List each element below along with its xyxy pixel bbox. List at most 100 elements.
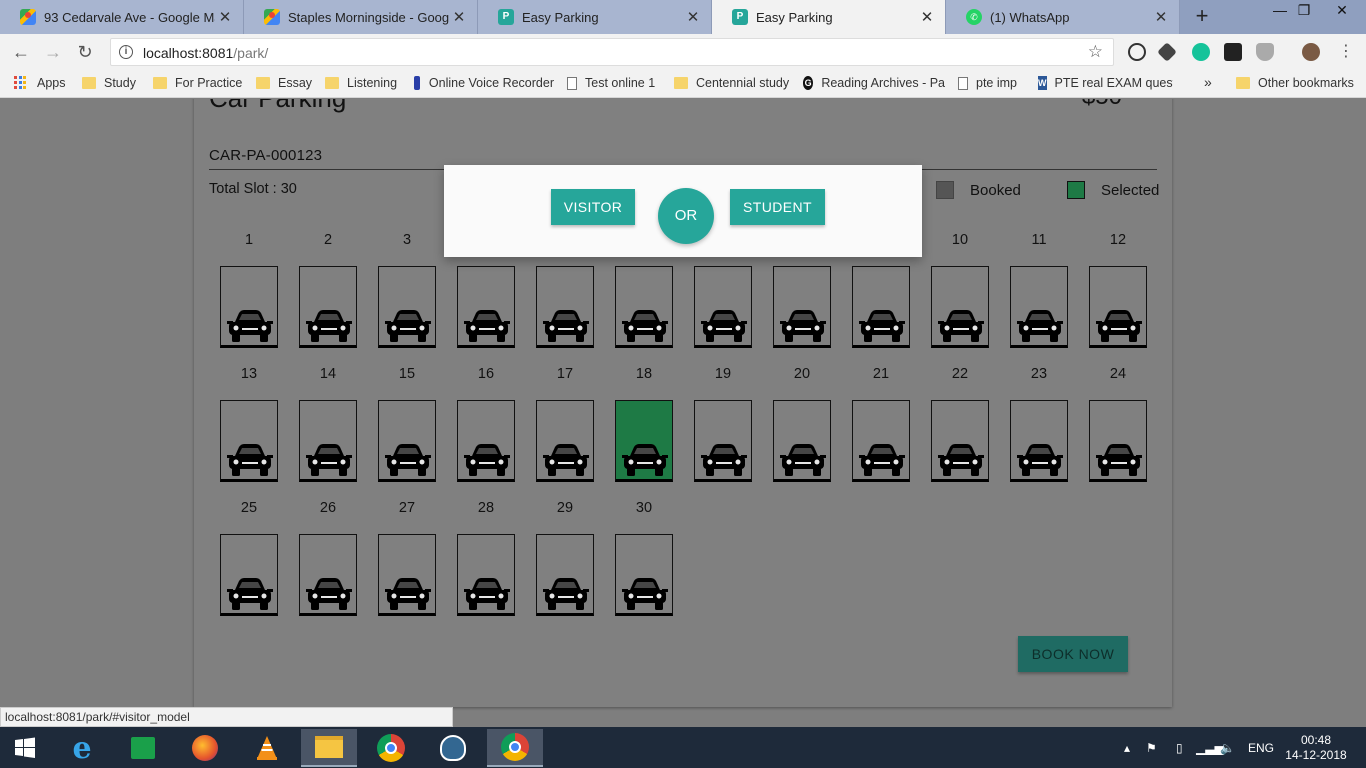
slot-box[interactable]: [931, 266, 989, 348]
parking-slot-28[interactable]: 28: [457, 500, 515, 616]
file-explorer-icon[interactable]: [301, 729, 357, 767]
slot-box[interactable]: [1089, 266, 1147, 348]
parking-slot-18[interactable]: 18: [615, 366, 673, 482]
slot-box[interactable]: [1089, 400, 1147, 482]
tab-easy-parking-1[interactable]: P Easy Parking ✕: [478, 0, 712, 34]
site-info-icon[interactable]: i: [119, 45, 133, 59]
slot-box[interactable]: [773, 266, 831, 348]
bookmark-study[interactable]: Study: [82, 76, 136, 90]
bookmark-centennial-study[interactable]: Centennial study: [674, 76, 789, 90]
parking-slot-13[interactable]: 13: [220, 366, 278, 482]
parking-slot-30[interactable]: 30: [615, 500, 673, 616]
firefox-icon[interactable]: [177, 729, 233, 767]
restore-icon[interactable]: ❐: [1290, 0, 1318, 22]
parking-slot-16[interactable]: 16: [457, 366, 515, 482]
vlc-icon[interactable]: [239, 729, 295, 767]
reload-icon[interactable]: ↻: [73, 40, 97, 64]
slot-box[interactable]: [299, 400, 357, 482]
slot-box[interactable]: [220, 400, 278, 482]
parking-slot-12[interactable]: 12: [1089, 232, 1147, 348]
slot-box[interactable]: [1010, 266, 1068, 348]
parking-slot-21[interactable]: 21: [852, 366, 910, 482]
parking-slot-26[interactable]: 26: [299, 500, 357, 616]
slot-box[interactable]: [615, 534, 673, 616]
bookmark-star-icon[interactable]: ☆: [1088, 42, 1103, 62]
close-tab-icon[interactable]: ✕: [917, 8, 937, 26]
close-tab-icon[interactable]: ✕: [1151, 8, 1171, 26]
new-tab-button[interactable]: +: [1190, 4, 1214, 28]
back-arrow-icon[interactable]: ←: [9, 40, 33, 64]
postgres-elephant-icon[interactable]: [425, 729, 481, 767]
bookmark-pte-real-exam[interactable]: W PTE real EXAM questi: [1038, 76, 1173, 90]
close-tab-icon[interactable]: ✕: [215, 8, 235, 26]
url-text[interactable]: localhost:8081/park/: [143, 45, 268, 61]
slot-box[interactable]: [615, 266, 673, 348]
slot-box[interactable]: [852, 400, 910, 482]
parking-slot-3[interactable]: 3: [378, 232, 436, 348]
slot-box[interactable]: [615, 400, 673, 482]
parking-slot-14[interactable]: 14: [299, 366, 357, 482]
parking-slot-23[interactable]: 23: [1010, 366, 1068, 482]
close-window-icon[interactable]: ✕: [1328, 0, 1356, 22]
slot-box[interactable]: [220, 534, 278, 616]
slot-box[interactable]: [378, 400, 436, 482]
eraser-extension-icon[interactable]: [1157, 42, 1177, 62]
tab-easy-parking-active[interactable]: P Easy Parking ✕: [712, 0, 946, 34]
bookmark-apps[interactable]: Apps: [14, 76, 66, 90]
slot-box[interactable]: [299, 266, 357, 348]
bookmark-listening[interactable]: Listening: [325, 76, 397, 90]
slot-box[interactable]: [694, 400, 752, 482]
tab-google-maps-cedarvale[interactable]: 93 Cedarvale Ave - Google Maps ✕: [0, 0, 244, 34]
battery-icon[interactable]: ▯: [1176, 727, 1183, 768]
parking-slot-2[interactable]: 2: [299, 232, 357, 348]
slot-box[interactable]: [852, 266, 910, 348]
bookmark-test-online-1[interactable]: Test online 1: [567, 76, 655, 90]
parking-slot-17[interactable]: 17: [536, 366, 594, 482]
slot-box[interactable]: [931, 400, 989, 482]
bookmarks-overflow-button[interactable]: »: [1204, 74, 1212, 90]
student-button[interactable]: STUDENT: [730, 189, 825, 225]
chrome-icon[interactable]: [363, 729, 419, 767]
action-flag-icon[interactable]: ⚑: [1146, 727, 1157, 768]
parking-slot-15[interactable]: 15: [378, 366, 436, 482]
parking-slot-25[interactable]: 25: [220, 500, 278, 616]
bookmark-reading-archives[interactable]: G Reading Archives - Pa: [803, 76, 945, 90]
close-tab-icon[interactable]: ✕: [449, 8, 469, 26]
block-extension-icon[interactable]: [1128, 43, 1146, 61]
parking-slot-29[interactable]: 29: [536, 500, 594, 616]
slot-box[interactable]: [457, 400, 515, 482]
shield-extension-icon[interactable]: [1256, 43, 1274, 61]
clock[interactable]: 00:48 14-12-2018: [1284, 733, 1348, 763]
store-icon[interactable]: [115, 729, 171, 767]
close-tab-icon[interactable]: ✕: [683, 8, 703, 26]
slot-box[interactable]: [536, 266, 594, 348]
bookmark-essay[interactable]: Essay: [256, 76, 312, 90]
parking-slot-11[interactable]: 11: [1010, 232, 1068, 348]
tab-google-maps-staples[interactable]: Staples Morningside - Google Maps ✕: [244, 0, 478, 34]
forward-arrow-icon[interactable]: →: [41, 40, 65, 64]
slot-box[interactable]: [694, 266, 752, 348]
parking-slot-27[interactable]: 27: [378, 500, 436, 616]
volume-icon[interactable]: 🔈: [1220, 727, 1235, 768]
parking-slot-10[interactable]: 10: [931, 232, 989, 348]
parking-slot-1[interactable]: 1: [220, 232, 278, 348]
language-indicator[interactable]: ENG: [1248, 727, 1274, 768]
slot-box[interactable]: [378, 266, 436, 348]
book-now-button[interactable]: BOOK NOW: [1018, 636, 1128, 672]
extension-badge-icon[interactable]: [1224, 43, 1242, 61]
chrome-active-icon[interactable]: [487, 729, 543, 767]
slot-box[interactable]: [378, 534, 436, 616]
internet-explorer-icon[interactable]: e: [54, 729, 110, 767]
tab-whatsapp[interactable]: ✆ (1) WhatsApp ✕: [946, 0, 1180, 34]
bookmark-pte-imp[interactable]: pte imp: [958, 76, 1017, 90]
slot-box[interactable]: [536, 534, 594, 616]
profile-avatar[interactable]: [1302, 43, 1320, 61]
slot-box[interactable]: [457, 534, 515, 616]
parking-slot-24[interactable]: 24: [1089, 366, 1147, 482]
slot-box[interactable]: [536, 400, 594, 482]
menu-dots-icon[interactable]: ⋮: [1334, 40, 1358, 64]
grammarly-icon[interactable]: [1192, 43, 1210, 61]
slot-box[interactable]: [1010, 400, 1068, 482]
slot-box[interactable]: [299, 534, 357, 616]
slot-box[interactable]: [773, 400, 831, 482]
